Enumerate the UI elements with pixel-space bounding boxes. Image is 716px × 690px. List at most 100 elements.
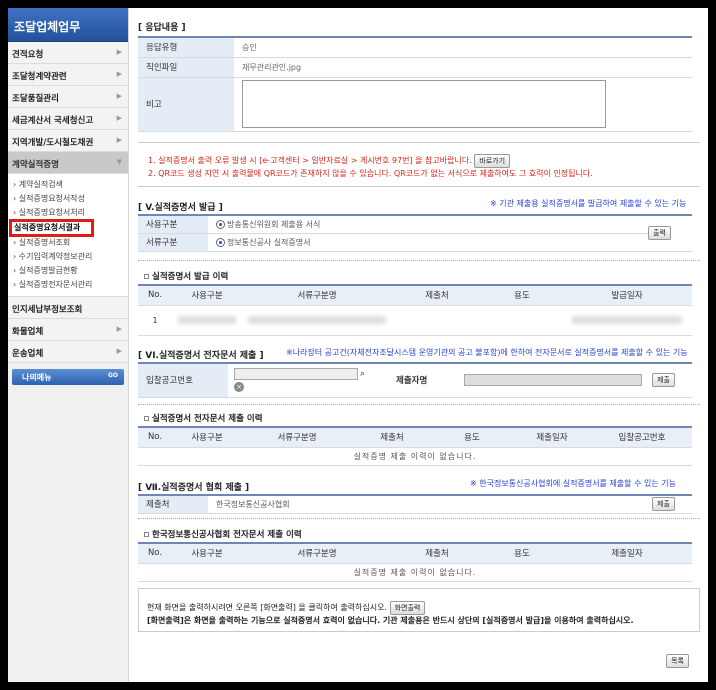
sidebar-title: 조달업체업무 xyxy=(8,8,128,42)
column-header: 용도 xyxy=(432,426,512,448)
blurred-cell xyxy=(242,305,392,336)
issue-section-title: [ V.실적증명서 발급 ] xyxy=(138,203,223,213)
column-header: 사용구분 xyxy=(172,426,242,448)
mymenu-button[interactable]: 나의메뉴 GO xyxy=(12,369,124,385)
doc-radio[interactable] xyxy=(216,237,225,247)
divider xyxy=(138,186,700,187)
notice-line-2: 2. QR코드 생성 지연 시 출력물에 QR코드가 존재하지 않을 수 있습니… xyxy=(148,169,593,178)
column-header: 제출처 xyxy=(392,284,482,306)
print-button[interactable]: 출력 xyxy=(648,226,671,241)
seal-label: 직인파일 xyxy=(138,57,234,78)
assoc-section-title: [ Ⅶ.실적증명서 협회 제출 ] xyxy=(138,483,250,493)
doc-value: 정보통신공사 실적증명서 xyxy=(227,237,311,247)
sidebar-item-bond[interactable]: 지역개발/도시철도채권 ▶ xyxy=(8,130,128,152)
sidebar-item-label: 지역개발/도시철도채권 xyxy=(12,138,94,148)
table-cell xyxy=(482,305,562,336)
edoc-section-note: ※나라장터 공고건(자체전자조달시스템 운영기관의 공고 불포함)에 한하여 전… xyxy=(286,348,688,357)
divider xyxy=(138,518,700,519)
edoc-submit-button[interactable]: 제출 xyxy=(652,373,675,388)
list-button[interactable]: 목록 xyxy=(666,654,689,668)
issue-section-note: ※ 기관 제출용 실적증명서를 발급하여 제출할 수 있는 기능 xyxy=(490,199,687,208)
footer-line-1: 현재 화면을 출력하시려면 오른쪽 [화면출력] 을 클릭하여 출력하십시오. … xyxy=(147,601,426,615)
sidebar-item-cargo[interactable]: 화물업체 ▶ xyxy=(8,319,128,341)
notice-line-1: 1. 실적증명서 출력 오류 발생 시 [e-고객센터 > 일반자료실 > 게시… xyxy=(148,154,511,168)
edoc-table: 입찰공고번호 ⌕ × 제출자명 제출 xyxy=(138,362,692,398)
column-header: 제출처 xyxy=(352,426,432,448)
column-header: 사용구분 xyxy=(172,284,242,306)
empty-message: 실적증명 제출 이력이 없습니다. xyxy=(138,447,692,466)
submenu-item[interactable]: › 계약실적검색 xyxy=(8,178,128,192)
submenu-item[interactable]: › 수기입력계약정보관리 xyxy=(8,250,128,264)
column-header: No. xyxy=(138,426,172,448)
chevron-right-icon: ▶ xyxy=(116,325,122,333)
sidebar-item-label: 견적요청 xyxy=(12,50,44,60)
remark-label: 비고 xyxy=(138,77,234,132)
sidebar-item-tax[interactable]: 세금계산서 국세청신고 ▶ xyxy=(8,108,128,130)
sidebar-item-label: 조달품질관리 xyxy=(12,94,59,104)
issue-table: 사용구분 방송통신위원회 제출용 서식 출력 서류구분 정보통신공사 실적증명서 xyxy=(138,214,692,252)
table-row[interactable]: 1 xyxy=(138,305,692,336)
table-cell xyxy=(392,305,482,336)
response-section-title: [ 응답내용 ] xyxy=(138,23,186,33)
column-header: 서류구분명 xyxy=(242,284,392,306)
submenu-item[interactable]: › 실적증명요청서작성 xyxy=(8,192,128,206)
doc-label: 서류구분 xyxy=(138,233,208,252)
search-icon[interactable]: ⌕ xyxy=(360,369,365,379)
main-content: [ 응답내용 ] 응답유형 승인 직인파일 재무관리관인.jpg 비고 1. 실적증… xyxy=(138,8,708,682)
edoc-section-title: [ VI.실적증명서 전자문서 제출 ] xyxy=(138,351,264,361)
sidebar-item-transport[interactable]: 운송업체 ▶ xyxy=(8,341,128,363)
issue-history-title: 실적증명서 발급 이력 xyxy=(144,270,228,282)
sidebar-submenu: › 계약실적검색 › 실적증명요청서작성 › 실적증명요청서처리 실적증명요청서… xyxy=(8,174,128,297)
seal-value: 재무관리관인.jpg xyxy=(234,57,692,78)
chevron-down-icon: ▼ xyxy=(116,158,122,166)
sidebar-item-performance[interactable]: 계약실적증명 ▼ xyxy=(8,152,128,174)
sidebar-item-stamp-tax[interactable]: 인지세납부정보조회 xyxy=(8,297,128,319)
column-header: 서류구분명 xyxy=(242,426,352,448)
destination-value: 한국정보통신공사협회 xyxy=(208,495,652,514)
remark-textarea[interactable] xyxy=(242,80,606,128)
sidebar-item-quote[interactable]: 견적요청 ▶ xyxy=(8,42,128,64)
square-bullet-icon xyxy=(144,416,149,421)
edoc-history-table: No. 사용구분 서류구분명 제출처 용도 제출일자 입찰공고번호 실적증명 제… xyxy=(138,426,692,466)
chevron-right-icon: ▶ xyxy=(116,347,122,355)
edoc-history-title: 실적증명서 전자문서 제출 이력 xyxy=(144,412,263,424)
chevron-right-icon: ▶ xyxy=(116,114,122,122)
submenu-item[interactable]: › 실적증명요청서처리 xyxy=(8,206,128,220)
sidebar-item-label: 세금계산서 국세청신고 xyxy=(12,116,94,126)
column-header: 제출일자 xyxy=(562,542,692,564)
square-bullet-icon xyxy=(144,532,149,537)
column-header: 용도 xyxy=(482,542,562,564)
clear-icon[interactable]: × xyxy=(234,382,244,393)
chevron-right-icon: ▶ xyxy=(116,136,122,144)
submenu-item-active[interactable]: 실적증명요청서결과 xyxy=(9,219,94,237)
submitter-input[interactable] xyxy=(464,374,642,387)
sidebar-item-contract[interactable]: 조달청계약관련 ▶ xyxy=(8,64,128,86)
list-button-wrap: 목록 xyxy=(666,654,689,668)
sidebar-item-quality[interactable]: 조달품질관리 ▶ xyxy=(8,86,128,108)
blurred-cell xyxy=(562,305,692,336)
sidebar: 조달업체업무 견적요청 ▶ 조달청계약관련 ▶ 조달품질관리 ▶ 세금계산서 국세청신… xyxy=(8,8,129,682)
submenu-item[interactable]: › 실적증명발급현황 xyxy=(8,264,128,278)
type-value: 승인 xyxy=(234,37,692,58)
chevron-right-icon: ▶ xyxy=(116,48,122,56)
column-header: 서류구분명 xyxy=(242,542,392,564)
usage-radio[interactable] xyxy=(216,219,225,229)
divider xyxy=(138,142,700,143)
assoc-table: 제출처 한국정보통신공사협회 제출 xyxy=(138,494,692,514)
column-header: No. xyxy=(138,284,172,306)
column-header: 입찰공고번호 xyxy=(592,426,692,448)
bid-number-label: 입찰공고번호 xyxy=(138,363,228,398)
window-frame: 조달업체업무 견적요청 ▶ 조달청계약관련 ▶ 조달품질관리 ▶ 세금계산서 국세청신… xyxy=(8,8,708,682)
column-header: 사용구분 xyxy=(172,542,242,564)
assoc-section-note: ※ 한국정보통신공사협회에 실적증명서를 제출할 수 있는 기능 xyxy=(470,479,676,488)
assoc-history-title: 한국정보통신공사협회 전자문서 제출 이력 xyxy=(144,528,302,540)
divider xyxy=(138,404,700,405)
type-label: 응답유형 xyxy=(138,37,234,58)
empty-message: 실적증명 제출 이력이 없습니다. xyxy=(138,563,692,582)
shortcut-button[interactable]: 바로가기 xyxy=(474,154,511,168)
submenu-item[interactable]: › 실적증명서조회 xyxy=(8,236,128,250)
assoc-submit-button[interactable]: 제출 xyxy=(652,497,675,512)
print-screen-button[interactable]: 화면출력 xyxy=(389,601,426,615)
bid-number-input[interactable] xyxy=(234,368,358,381)
submenu-item[interactable]: › 실적증명전자문서관리 xyxy=(8,278,128,292)
